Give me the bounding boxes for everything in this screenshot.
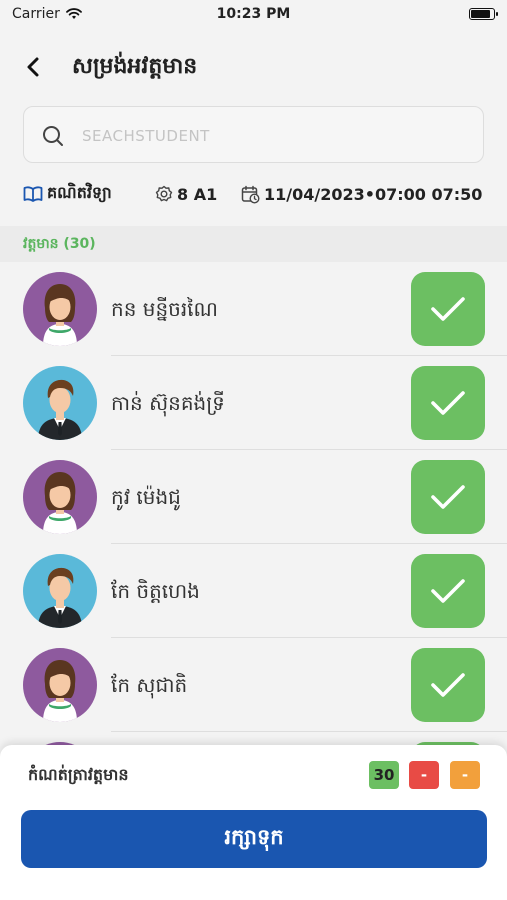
status-bar: Carrier 10:23 PM — [0, 0, 507, 30]
attendance-toggle[interactable] — [411, 648, 485, 722]
subject-info: គណិតវិទ្យា — [23, 182, 141, 206]
checkmark-icon — [431, 579, 465, 603]
student-name: កូវ ម៉េងជូ — [111, 485, 181, 509]
search-bar[interactable] — [23, 106, 484, 163]
student-row[interactable]: កែ សុជាតិ — [0, 638, 507, 732]
summary-label: កំណត់ត្រាវត្តមាន — [28, 765, 129, 784]
chevron-left-icon — [27, 57, 39, 77]
lesson-info: គណិតវិទ្យា 8 A1 11/04/2023•07:00 07:50 — [23, 182, 493, 206]
calendar-clock-icon — [241, 185, 260, 204]
status-time: 10:23 PM — [216, 6, 291, 22]
student-name: កែ ចិត្តហេង — [111, 579, 200, 603]
student-row[interactable] — [0, 732, 507, 746]
checkmark-icon — [431, 297, 465, 321]
absent-count-badge: - — [409, 761, 439, 789]
search-icon — [43, 126, 63, 146]
datetime-label: 11/04/2023•07:00 07:50 — [264, 184, 483, 204]
book-icon — [23, 186, 43, 202]
class-badge-icon — [155, 185, 173, 202]
attendance-toggle[interactable] — [411, 460, 485, 534]
battery-icon — [469, 8, 498, 20]
navigation-bar: សម្រង់អវត្តមាន — [0, 40, 507, 94]
checkmark-icon — [431, 391, 465, 415]
student-avatar — [23, 366, 97, 440]
back-button[interactable] — [18, 52, 48, 82]
student-row[interactable]: កែ ចិត្តហេង — [0, 544, 507, 638]
student-row[interactable]: កូវ ម៉េងជូ — [0, 450, 507, 544]
page-title: សម្រង់អវត្តមាន — [72, 54, 198, 79]
attendance-toggle[interactable] — [411, 272, 485, 346]
student-name: កាន់ ស៊ុនគង់ទ្រី — [111, 391, 225, 415]
student-avatar — [23, 648, 97, 722]
attendance-section-header: វត្តមាន (30) — [0, 226, 507, 262]
student-list[interactable]: កន មន្នីចរណៃ កាន់ ស៊ុនគង់ទ្រី កូវ ម៉េងជូ — [0, 262, 507, 746]
attendance-toggle[interactable] — [411, 366, 485, 440]
present-count-label: វត្តមាន (30) — [23, 236, 96, 252]
subject-label: គណិតវិទ្យា — [47, 183, 112, 202]
class-info: 8 A1 — [155, 185, 241, 204]
checkmark-icon — [431, 673, 465, 697]
student-row[interactable]: កាន់ ស៊ុនគង់ទ្រី — [0, 356, 507, 450]
attendance-toggle[interactable] — [411, 554, 485, 628]
student-avatar — [23, 554, 97, 628]
student-row[interactable]: កន មន្នីចរណៃ — [0, 262, 507, 356]
class-label: 8 A1 — [177, 184, 218, 204]
student-name: កន មន្នីចរណៃ — [111, 297, 218, 321]
student-avatar — [23, 460, 97, 534]
checkmark-icon — [431, 485, 465, 509]
student-name: កែ សុជាតិ — [111, 673, 188, 697]
save-button[interactable]: រក្សាទុក — [21, 810, 487, 868]
present-count-badge: 30 — [369, 761, 399, 789]
search-input[interactable] — [80, 121, 464, 151]
permission-count-badge: - — [450, 761, 480, 789]
attendance-summary-panel: កំណត់ត្រាវត្តមាន 30 - - រក្សាទុក — [0, 745, 507, 900]
datetime-info: 11/04/2023•07:00 07:50 — [241, 185, 482, 204]
student-avatar — [23, 272, 97, 346]
